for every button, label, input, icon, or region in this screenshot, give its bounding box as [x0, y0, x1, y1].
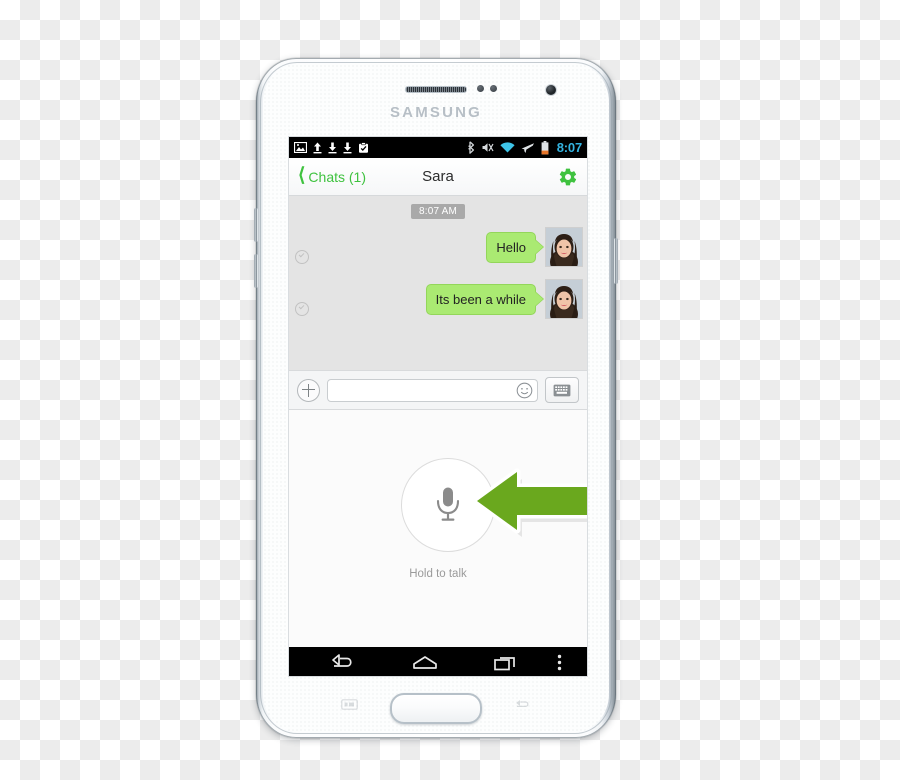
- back-icon: [331, 654, 352, 667]
- earpiece-speaker-icon: [405, 86, 467, 93]
- battery-icon: [541, 140, 549, 154]
- device-front-panel: SAMSUNG 8:07 ⟨ Chats (1) Sara 8:07 AM He…: [263, 64, 609, 732]
- avatar: [545, 279, 583, 319]
- message-bubble[interactable]: Hello: [486, 231, 536, 263]
- airplane-mode-icon: [521, 143, 534, 153]
- message-row: Its been a while: [289, 279, 587, 319]
- message-input-field[interactable]: [327, 378, 538, 402]
- microphone-icon: [436, 487, 460, 521]
- app-install-icon: [359, 141, 368, 153]
- recent-apps-key-icon[interactable]: [341, 699, 358, 710]
- back-button-label: Chats (1): [308, 168, 366, 185]
- microphone-button[interactable]: [401, 458, 495, 552]
- plus-icon[interactable]: [297, 378, 320, 402]
- mute-icon: [482, 143, 494, 152]
- status-bar: 8:07: [289, 137, 587, 158]
- message-row: Hello: [289, 227, 587, 267]
- chat-message-list[interactable]: 8:07 AM Hello Its been a while: [289, 196, 587, 370]
- wifi-icon: [500, 141, 515, 152]
- device-top-hardware: SAMSUNG: [263, 74, 609, 136]
- bluetooth-icon: [467, 141, 474, 154]
- smiley-icon[interactable]: [516, 382, 533, 399]
- app-header: ⟨ Chats (1) Sara: [289, 158, 587, 196]
- overflow-menu-icon: [558, 654, 562, 671]
- delivered-check-icon: [295, 250, 309, 264]
- download-icon: [343, 142, 352, 153]
- upload-icon: [313, 142, 322, 153]
- voice-record-panel: Hold to talk: [289, 410, 587, 647]
- recent-apps-icon: [494, 656, 516, 670]
- keyboard-toggle-button[interactable]: [545, 377, 579, 403]
- nav-back-button[interactable]: [303, 654, 384, 671]
- android-navigation-bar: [289, 647, 587, 676]
- brand-logo: SAMSUNG: [389, 104, 483, 121]
- nav-home-button[interactable]: [384, 655, 465, 671]
- chevron-left-icon: ⟨: [298, 165, 306, 186]
- proximity-sensor-icon: [477, 85, 484, 92]
- hold-to-talk-label: Hold to talk: [409, 568, 467, 580]
- back-to-chats-button[interactable]: ⟨ Chats (1): [298, 165, 366, 186]
- message-input[interactable]: [335, 382, 516, 398]
- chat-timestamp: 8:07 AM: [410, 204, 466, 219]
- settings-button[interactable]: [558, 167, 578, 187]
- nav-overflow-menu-button[interactable]: [547, 654, 573, 671]
- message-bubble[interactable]: Its been a while: [425, 283, 536, 315]
- smartphone-device: SAMSUNG 8:07 ⟨ Chats (1) Sara 8:07 AM He…: [254, 58, 618, 738]
- front-camera-icon: [545, 84, 557, 96]
- delivered-check-icon: [295, 302, 309, 316]
- light-sensor-icon: [490, 85, 497, 92]
- power-button[interactable]: [614, 238, 618, 284]
- status-bar-clock: 8:07: [556, 140, 582, 155]
- volume-up-button[interactable]: [254, 208, 258, 242]
- image-icon: [294, 142, 307, 153]
- gear-icon: [559, 168, 577, 185]
- keyboard-icon: [553, 384, 571, 396]
- nav-recents-button[interactable]: [466, 655, 547, 671]
- device-bottom-hardware: [263, 680, 609, 732]
- home-button[interactable]: [390, 693, 482, 724]
- home-icon: [413, 655, 437, 669]
- status-bar-left-icons: [294, 141, 467, 154]
- back-key-icon[interactable]: [514, 699, 531, 710]
- message-input-bar: [289, 370, 587, 410]
- volume-down-button[interactable]: [254, 254, 258, 288]
- download-icon: [328, 142, 337, 153]
- phone-screen: 8:07 ⟨ Chats (1) Sara 8:07 AM Hello Its …: [288, 136, 588, 677]
- status-bar-right-icons: 8:07: [467, 140, 582, 155]
- avatar: [545, 227, 583, 267]
